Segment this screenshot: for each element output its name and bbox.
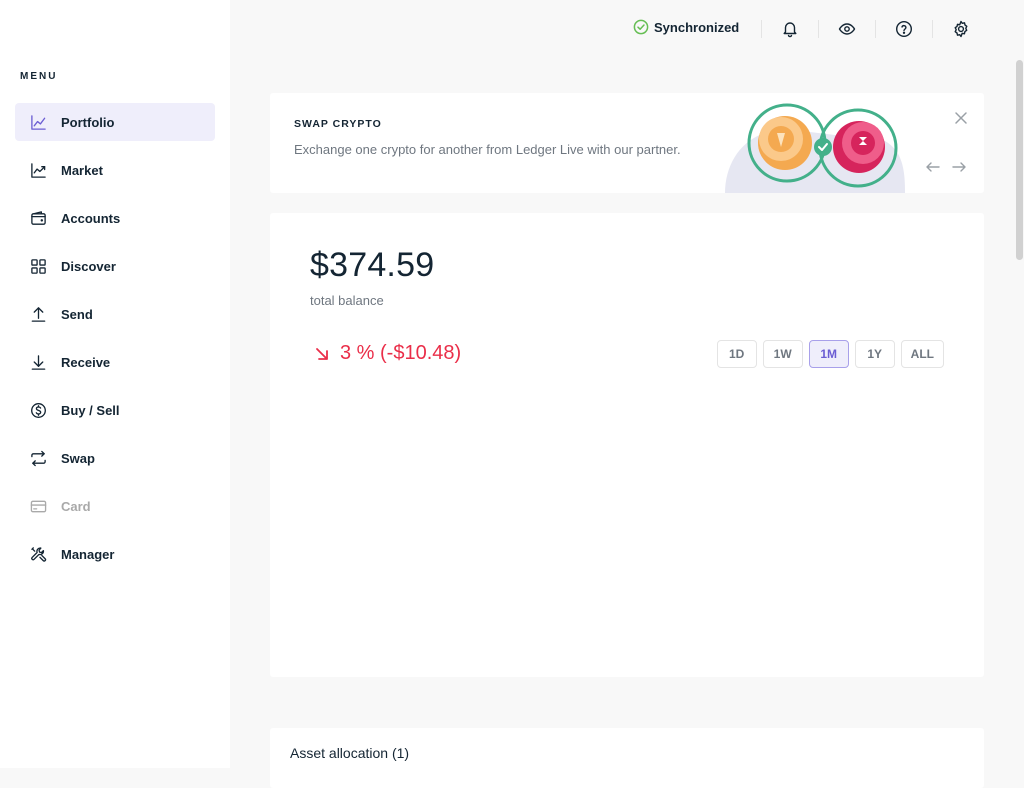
gear-icon [952,20,970,38]
sidebar-item-label: Send [61,306,93,322]
arrow-up-icon [29,305,47,323]
balance-change: 3 % (-$10.48) [314,342,461,365]
sidebar-item-label: Portfolio [61,114,115,130]
sync-status[interactable]: Synchronized [633,19,739,35]
divider [875,20,876,38]
help-icon [895,20,913,38]
sidebar-item-manager[interactable]: Manager [15,535,215,573]
sidebar-item-label: Discover [61,258,116,274]
sidebar-item-label: Swap [61,450,95,466]
menu-title: MENU [20,71,58,82]
settings-button[interactable] [950,18,972,40]
banner-description: Exchange one crypto for another from Led… [294,142,681,157]
check-circle-icon [633,19,649,35]
sidebar-item-send[interactable]: Send [15,295,215,333]
swap-crypto-banner[interactable]: SWAP CRYPTO Exchange one crypto for anot… [270,93,984,193]
arrow-down-right-icon [314,346,330,362]
sidebar-item-label: Accounts [61,210,121,226]
dollar-circle-icon [29,401,47,419]
arrow-down-icon [29,353,47,371]
portfolio-balance-card: $374.59 total balance 3 % (-$10.48) 1D 1… [270,213,984,677]
asset-allocation-card: Asset allocation (1) [270,728,984,788]
discreet-mode-button[interactable] [836,18,858,40]
sidebar-item-label: Market [61,162,103,178]
sidebar-item-discover[interactable]: Discover [15,247,215,285]
range-1w-button[interactable]: 1W [762,340,803,368]
sidebar-item-label: Card [61,498,91,514]
sidebar-item-market[interactable]: Market [15,151,215,189]
sidebar-item-label: Receive [61,354,111,370]
swap-arrows-icon [29,449,47,467]
divider [932,20,933,38]
wallet-icon [29,209,47,227]
help-button[interactable] [893,18,915,40]
notifications-button[interactable] [779,18,801,40]
total-balance-label: total balance [310,293,384,308]
asset-allocation-title: Asset allocation (1) [290,745,410,761]
sidebar-nav: Portfolio Market Accounts Discover Send [15,103,215,583]
sidebar-item-label: Buy / Sell [61,402,120,418]
tools-icon [29,545,47,563]
banner-title: SWAP CRYPTO [294,118,382,130]
sidebar-item-card[interactable]: Card [15,487,215,525]
eye-icon [838,20,856,38]
arrow-right-icon[interactable] [951,160,967,174]
credit-card-icon [29,497,47,515]
sidebar-item-portfolio[interactable]: Portfolio [15,103,215,141]
trending-chart-icon [29,161,47,179]
sidebar: MENU Portfolio Market Accounts Discover [0,0,230,768]
divider [818,20,819,38]
bell-icon [781,20,799,38]
swap-illustration [725,103,905,193]
topbar: Synchronized [230,0,1010,58]
range-1y-button[interactable]: 1Y [854,340,895,368]
balance-change-value: 3 % (-$10.48) [340,342,462,364]
range-all-button[interactable]: ALL [900,340,944,368]
range-1m-button[interactable]: 1M [808,340,849,368]
time-range-selector: 1D 1W 1M 1Y ALL [716,340,944,368]
chart-line-icon [29,113,47,131]
arrow-left-icon[interactable] [925,160,941,174]
total-balance-value: $374.59 [310,246,435,284]
sidebar-item-label: Manager [61,546,115,562]
sidebar-item-buy-sell[interactable]: Buy / Sell [15,391,215,429]
scrollbar[interactable] [1014,0,1024,768]
divider [761,20,762,38]
grid-icon [29,257,47,275]
sidebar-item-receive[interactable]: Receive [15,343,215,381]
sync-label: Synchronized [654,19,740,35]
scrollbar-thumb[interactable] [1016,60,1023,260]
close-icon[interactable] [954,111,968,125]
sidebar-item-swap[interactable]: Swap [15,439,215,477]
range-1d-button[interactable]: 1D [716,340,757,368]
main-content: Synchronized SWAP CRYPTO Exchange one cr… [230,0,1024,788]
sidebar-item-accounts[interactable]: Accounts [15,199,215,237]
